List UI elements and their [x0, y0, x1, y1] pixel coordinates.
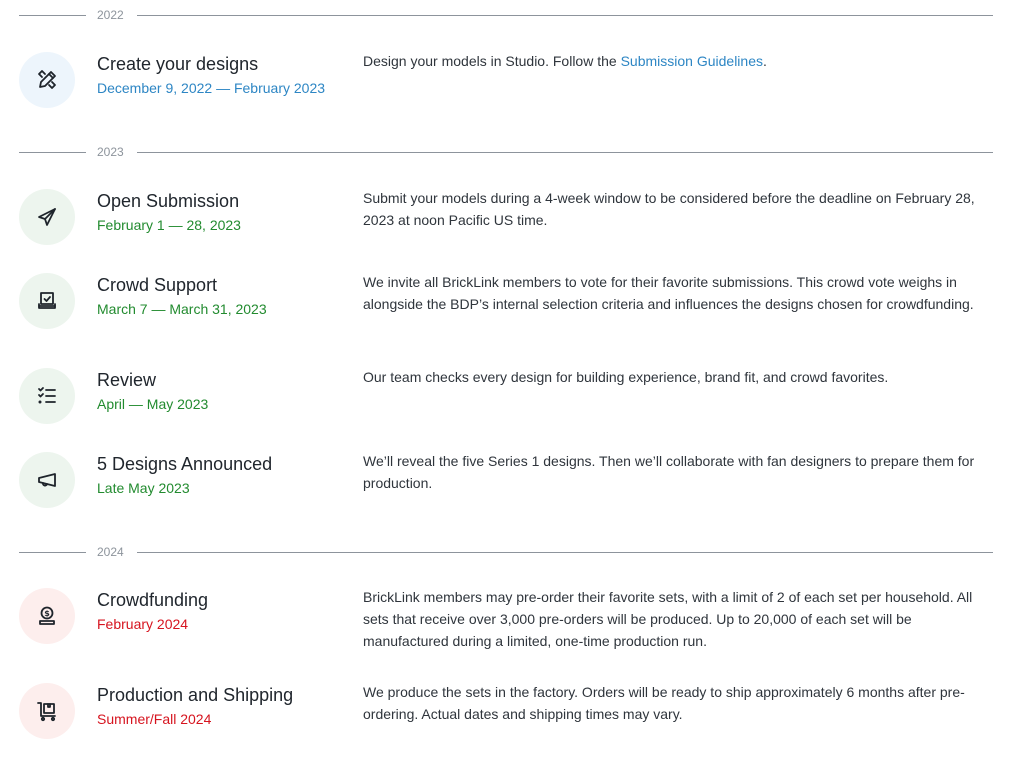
step-description: We invite all BrickLink members to vote …	[363, 274, 974, 312]
paper-plane-icon	[38, 208, 56, 226]
step-date: Late May 2023	[97, 480, 190, 496]
step-icon-circle	[19, 273, 75, 329]
desc-text: Design your models in Studio. Follow the	[363, 53, 621, 69]
submission-guidelines-link[interactable]: Submission Guidelines	[621, 53, 763, 69]
megaphone-icon	[38, 473, 56, 487]
step-description: We produce the sets in the factory. Orde…	[363, 684, 965, 722]
year-label: 2023	[97, 145, 124, 159]
svg-text:$: $	[44, 609, 50, 618]
step-title: Crowd Support	[97, 275, 218, 295]
ballot-box-icon	[38, 292, 56, 309]
step-icon-circle	[19, 368, 75, 424]
step-description: Our team checks every design for buildin…	[363, 369, 889, 385]
step-description: BrickLink members may pre-order their fa…	[363, 589, 973, 649]
step-date: February 1 — 28, 2023	[97, 217, 241, 233]
divider-line	[137, 152, 993, 153]
step-date: Summer/Fall 2024	[97, 711, 212, 727]
year-divider-2024: 2024	[19, 545, 993, 561]
coin-hand-icon: $	[39, 606, 55, 625]
year-divider-2023: 2023	[19, 145, 993, 161]
step-icon-circle	[19, 52, 75, 108]
step-description: We’ll reveal the five Series 1 designs. …	[363, 453, 975, 491]
pencil-ruler-icon	[38, 70, 56, 89]
step-icon-circle: $	[19, 588, 75, 644]
step-title: Crowdfunding	[97, 590, 209, 610]
step-description: Design your models in Studio. Follow the…	[363, 50, 995, 72]
step-date: December 9, 2022 — February 2023	[97, 80, 326, 96]
step-icon-circle	[19, 683, 75, 739]
step-icon-circle	[19, 189, 75, 245]
step-date: February 2024	[97, 616, 189, 632]
step-description: Submit your models during a 4-week windo…	[363, 190, 975, 228]
cart-box-icon	[37, 702, 56, 722]
step-date: April — May 2023	[97, 396, 209, 412]
divider-line	[19, 552, 86, 553]
year-divider-2022: 2022	[19, 8, 993, 24]
year-label: 2022	[97, 8, 124, 22]
step-title: Review	[97, 370, 157, 390]
checklist-icon	[38, 387, 56, 404]
divider-line	[137, 552, 993, 553]
step-title: Production and Shipping	[97, 685, 294, 705]
year-label: 2024	[97, 545, 124, 559]
step-date: March 7 — March 31, 2023	[97, 301, 267, 317]
divider-line	[19, 15, 86, 16]
divider-line	[137, 15, 993, 16]
step-title: 5 Designs Announced	[97, 454, 273, 474]
step-title: Create your designs	[97, 54, 259, 74]
divider-line	[19, 152, 86, 153]
step-title: Open Submission	[97, 191, 240, 211]
step-icon-circle	[19, 452, 75, 508]
desc-text: .	[762, 53, 767, 69]
